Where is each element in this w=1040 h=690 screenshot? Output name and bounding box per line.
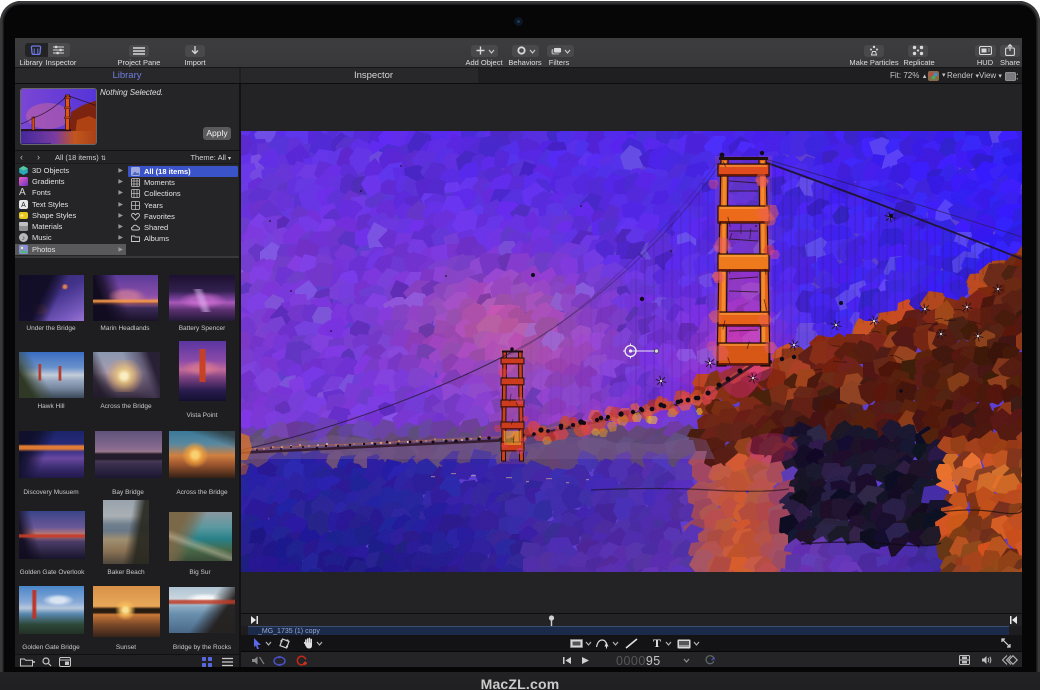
svg-text:♪: ♪ [22, 235, 25, 242]
svg-text:A: A [21, 202, 26, 209]
